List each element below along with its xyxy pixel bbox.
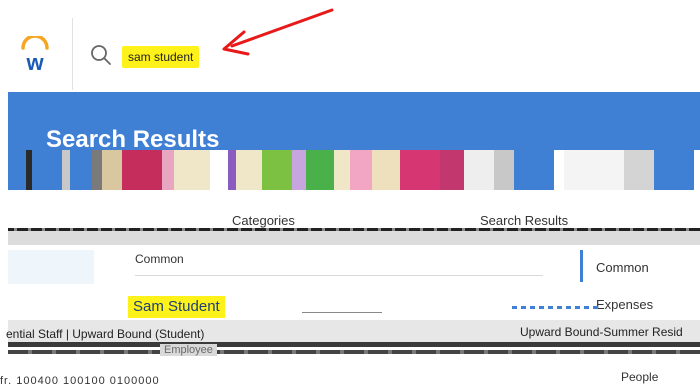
link-fragment: [512, 306, 602, 309]
left-panel: [8, 250, 94, 284]
result-name-link[interactable]: Sam Student: [128, 296, 225, 318]
category-expenses[interactable]: Expenses: [596, 297, 653, 312]
active-category-indicator: [580, 250, 583, 282]
header-divider: [72, 18, 73, 90]
glitch-stripe-2: [8, 350, 700, 354]
employee-type-label: Employee: [160, 344, 217, 356]
categories-heading: Categories: [232, 213, 295, 228]
result-id-fragment: fr. 100400 100100 0100000: [0, 375, 160, 387]
search-input[interactable]: sam student: [122, 46, 200, 68]
svg-text:w: w: [25, 50, 44, 72]
red-arrow-annotation: [222, 8, 334, 56]
glitch-blank: [8, 190, 700, 220]
glitch-strip: [8, 150, 700, 190]
result-role: ential Staff | Upward Bound (Student): [6, 327, 205, 341]
workday-logo-icon[interactable]: w: [20, 36, 50, 72]
result-rule: [302, 312, 382, 313]
common-divider: [135, 275, 543, 276]
search-icon[interactable]: [90, 44, 112, 66]
common-heading: Common: [135, 252, 184, 266]
search-results-heading: Search Results: [480, 213, 569, 228]
column-shade: [8, 231, 700, 245]
result-position: Upward Bound-Summer Resid: [520, 325, 683, 339]
category-people[interactable]: People: [621, 370, 658, 384]
category-common[interactable]: Common: [596, 260, 649, 275]
glitch-stripe: [8, 342, 700, 347]
